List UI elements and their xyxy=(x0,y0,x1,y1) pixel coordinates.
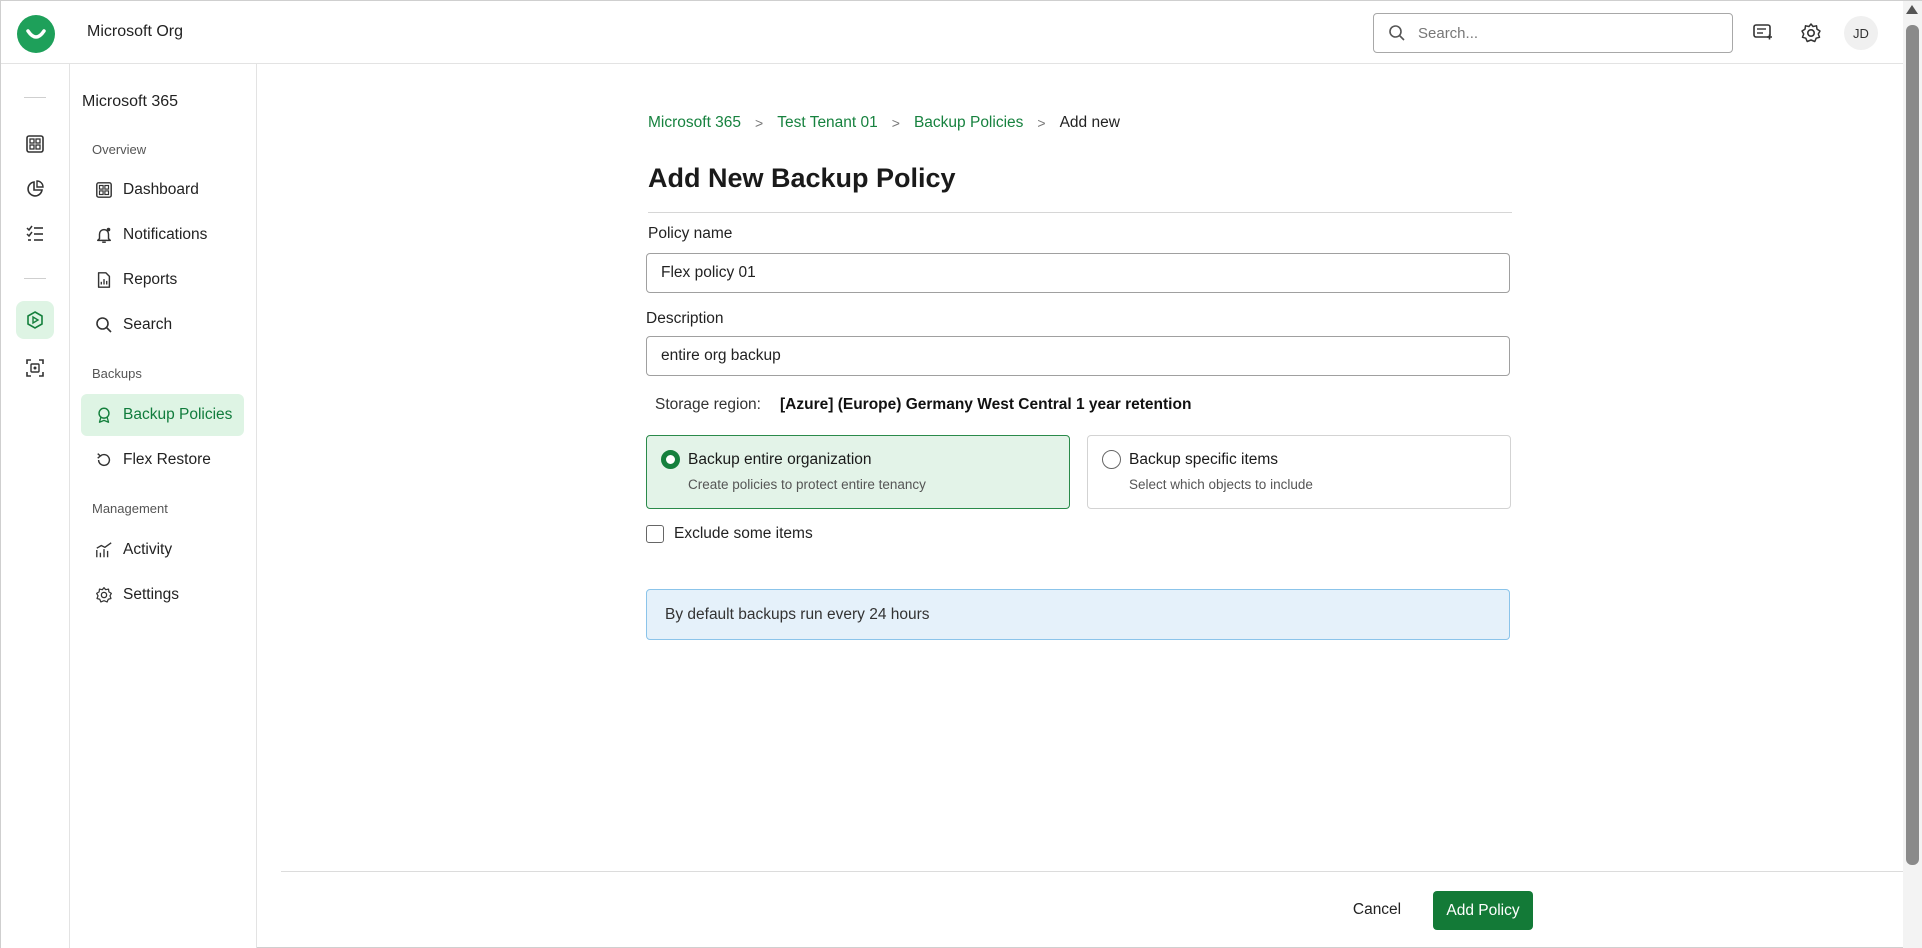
breadcrumb-link[interactable]: Test Tenant 01 xyxy=(777,114,878,132)
org-name[interactable]: Microsoft Org xyxy=(87,23,183,41)
option-backup-specific-items[interactable]: Backup specific items Select which objec… xyxy=(1087,435,1511,509)
top-bar: Microsoft Org JD xyxy=(1,1,1922,64)
side-nav: Microsoft 365 Overview Dashboard Notific… xyxy=(70,64,257,948)
sidebar-item-search[interactable]: Search xyxy=(81,304,244,346)
restore-icon xyxy=(93,449,115,471)
breadcrumb-current: Add new xyxy=(1059,114,1120,131)
radio-button[interactable] xyxy=(661,450,680,469)
divider xyxy=(648,212,1512,213)
scan-icon[interactable] xyxy=(16,349,54,387)
breadcrumb: Microsoft 365 > Test Tenant 01 > Backup … xyxy=(648,114,1120,132)
reports-icon[interactable] xyxy=(16,170,54,208)
sidebar-item-dashboard[interactable]: Dashboard xyxy=(81,169,244,211)
footer-divider xyxy=(281,871,1903,872)
description-label: Description xyxy=(646,310,724,327)
nav-section-backups: Backups xyxy=(92,366,142,381)
sidebar-item-label: Settings xyxy=(123,586,180,603)
sidebar-item-label: Notifications xyxy=(123,226,208,243)
policy-name-field[interactable] xyxy=(646,253,1510,293)
exclude-items-checkbox[interactable] xyxy=(646,525,664,543)
chevron-right-icon: > xyxy=(1037,115,1046,131)
rail-divider xyxy=(24,97,46,98)
sidebar-item-label: Backup Policies xyxy=(123,406,233,423)
dashboard-icon xyxy=(93,179,115,201)
add-policy-button[interactable]: Add Policy xyxy=(1433,891,1533,930)
option-subtitle: Create policies to protect entire tenanc… xyxy=(688,477,926,492)
info-banner: By default backups run every 24 hours xyxy=(646,589,1510,640)
sidebar-item-label: Activity xyxy=(123,541,173,558)
search-icon xyxy=(1388,24,1406,42)
exclude-items-label[interactable]: Exclude some items xyxy=(674,525,813,543)
app-window: Microsoft Org JD xyxy=(0,0,1922,948)
option-subtitle: Select which objects to include xyxy=(1129,477,1313,492)
nav-section-management: Management xyxy=(92,501,168,516)
storage-region-label: Storage region: xyxy=(655,396,761,413)
bell-icon xyxy=(93,224,115,246)
nav-section-overview: Overview xyxy=(92,142,147,157)
scrollbar-thumb[interactable] xyxy=(1906,25,1919,865)
global-search[interactable] xyxy=(1373,13,1733,53)
storage-region-value: [Azure] (Europe) Germany West Central 1 … xyxy=(780,396,1192,413)
sidebar-item-label: Dashboard xyxy=(123,181,199,198)
info-text: By default backups run every 24 hours xyxy=(665,605,930,623)
policy-name-label: Policy name xyxy=(648,225,733,242)
nav-title: Microsoft 365 xyxy=(82,93,179,110)
sidebar-item-notifications[interactable]: Notifications xyxy=(81,214,244,256)
icon-rail xyxy=(1,64,70,948)
chevron-right-icon: > xyxy=(891,115,900,131)
option-title: Backup specific items xyxy=(1129,451,1279,468)
sidebar-item-reports[interactable]: Reports xyxy=(81,259,244,301)
search-input[interactable] xyxy=(1418,24,1718,42)
sidebar-item-activity[interactable]: Activity xyxy=(81,529,244,571)
sidebar-item-label: Reports xyxy=(123,271,178,288)
report-icon xyxy=(93,269,115,291)
gear-icon[interactable] xyxy=(1797,19,1825,47)
page-title: Add New Backup Policy xyxy=(648,163,956,193)
exclude-items-row[interactable]: Exclude some items xyxy=(646,525,813,543)
cancel-button[interactable]: Cancel xyxy=(1341,891,1413,929)
gear-icon xyxy=(93,584,115,606)
sidebar-item-backup-policies[interactable]: Backup Policies xyxy=(81,394,244,436)
ribbon-icon xyxy=(93,404,115,426)
activity-icon xyxy=(93,539,115,561)
rail-divider xyxy=(24,278,46,279)
dashboard-icon[interactable] xyxy=(16,125,54,163)
option-title: Backup entire organization xyxy=(688,451,872,468)
breadcrumb-link[interactable]: Microsoft 365 xyxy=(648,114,741,132)
sidebar-item-label: Search xyxy=(123,316,173,333)
checklist-icon[interactable] xyxy=(16,215,54,253)
breadcrumb-link[interactable]: Backup Policies xyxy=(914,114,1023,132)
description-field[interactable] xyxy=(646,336,1510,376)
sidebar-item-settings[interactable]: Settings xyxy=(81,574,244,616)
radio-button[interactable] xyxy=(1102,450,1121,469)
option-backup-entire-org[interactable]: Backup entire organization Create polici… xyxy=(646,435,1070,509)
sidebar-item-flex-restore[interactable]: Flex Restore xyxy=(81,439,244,481)
avatar[interactable]: JD xyxy=(1844,16,1878,50)
scroll-up-arrow-icon[interactable] xyxy=(1906,5,1918,14)
backup-icon[interactable] xyxy=(16,301,54,339)
app-logo-icon[interactable] xyxy=(17,15,55,53)
feedback-icon[interactable] xyxy=(1749,19,1777,47)
sidebar-item-label: Flex Restore xyxy=(123,451,211,468)
chevron-right-icon: > xyxy=(755,115,764,131)
search-icon xyxy=(93,314,115,336)
